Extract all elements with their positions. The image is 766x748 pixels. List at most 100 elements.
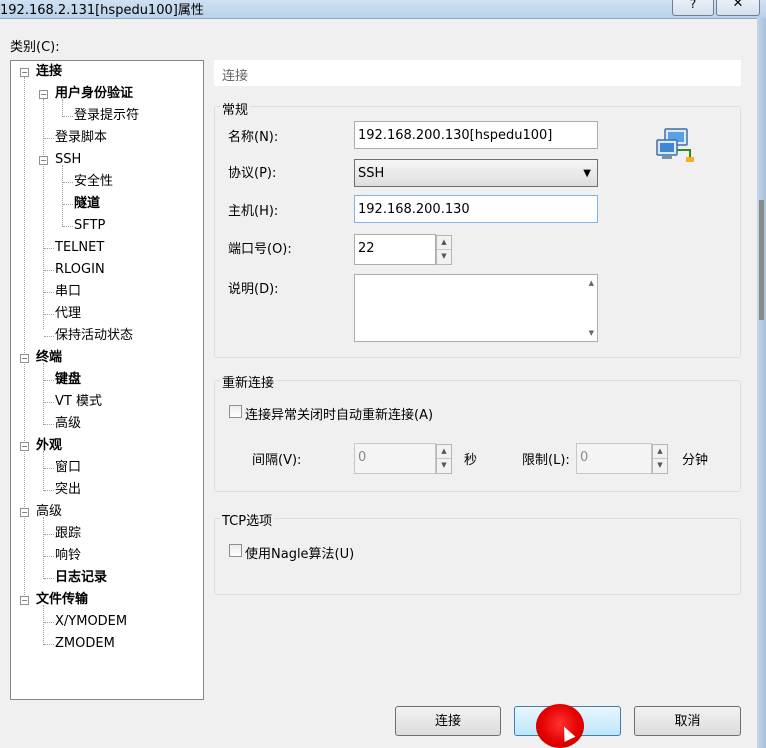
- tree-item-tunnel[interactable]: 隧道: [74, 194, 100, 214]
- tcp-group-title: TCP选项: [220, 510, 275, 529]
- spin-up-icon[interactable]: ▲: [653, 445, 667, 459]
- tree-item-serial[interactable]: 串口: [55, 282, 81, 302]
- tree-line: [44, 314, 54, 315]
- protocol-select[interactable]: SSH ▼: [354, 159, 598, 187]
- spin-down-icon[interactable]: ▼: [653, 459, 667, 473]
- collapse-icon[interactable]: −: [39, 90, 48, 99]
- tree-item-zmodem[interactable]: ZMODEM: [55, 634, 115, 654]
- tree-line: [44, 534, 54, 535]
- tree-item-auth[interactable]: 用户身份验证: [55, 84, 133, 104]
- tree-line: [44, 644, 54, 645]
- tree-item-terminal-advanced[interactable]: 高级: [55, 414, 81, 434]
- tree-line: [44, 490, 54, 491]
- tree-item-advanced[interactable]: 高级: [36, 502, 62, 522]
- tree-item-window[interactable]: 窗口: [55, 458, 81, 478]
- title-bar: 192.168.2.131[hspedu100]属性 ? ✕: [0, 0, 766, 19]
- tree-item-vt-mode[interactable]: VT 模式: [55, 392, 102, 412]
- description-label: 说明(D):: [228, 282, 279, 297]
- port-stepper[interactable]: ▲ ▼: [436, 235, 452, 265]
- collapse-icon[interactable]: −: [20, 596, 29, 605]
- port-label: 端口号(O):: [228, 242, 292, 257]
- spin-down-icon[interactable]: ▼: [437, 250, 451, 264]
- collapse-icon[interactable]: −: [20, 508, 29, 517]
- tree-line: [44, 270, 54, 271]
- collapse-icon[interactable]: −: [20, 442, 29, 451]
- click-highlight: [536, 704, 584, 748]
- tree-line: [24, 77, 25, 601]
- cancel-button[interactable]: 取消: [634, 706, 741, 736]
- interval-stepper[interactable]: ▲ ▼: [436, 444, 452, 474]
- tree-item-file-transfer[interactable]: 文件传输: [36, 590, 88, 610]
- scroll-up-icon[interactable]: ▲: [589, 279, 594, 287]
- tree-line: [43, 451, 44, 491]
- tree-line: [63, 226, 73, 227]
- tree-item-proxy[interactable]: 代理: [55, 304, 81, 324]
- tree-line: [63, 116, 73, 117]
- panel-header: 连接: [214, 60, 741, 86]
- interval-unit: 秒: [464, 453, 478, 468]
- tree-item-trace[interactable]: 跟踪: [55, 524, 81, 544]
- collapse-icon[interactable]: −: [20, 68, 29, 77]
- host-label: 主机(H):: [228, 204, 279, 219]
- tree-item-keepalive[interactable]: 保持活动状态: [55, 326, 133, 346]
- tree-line: [44, 380, 54, 381]
- protocol-label: 协议(P):: [228, 166, 277, 181]
- nagle-checkbox[interactable]: [229, 544, 242, 557]
- interval-label: 间隔(V):: [252, 453, 302, 468]
- network-computer-icon: [656, 128, 696, 164]
- spin-down-icon[interactable]: ▼: [437, 459, 451, 473]
- tree-line: [43, 517, 44, 579]
- tree-line: [43, 99, 44, 329]
- tree-line: [44, 292, 54, 293]
- tree-item-highlight[interactable]: 突出: [55, 480, 81, 500]
- tree-item-connection[interactable]: 连接: [36, 62, 62, 82]
- tree-item-ssh[interactable]: SSH: [55, 150, 81, 170]
- window-edge: [757, 18, 766, 748]
- name-label: 名称(N):: [228, 130, 279, 145]
- limit-unit: 分钟: [682, 453, 709, 468]
- help-button[interactable]: ?: [672, 0, 714, 16]
- spin-up-icon[interactable]: ▲: [437, 236, 451, 250]
- connect-button[interactable]: 连接: [395, 706, 501, 736]
- tree-line: [63, 204, 73, 205]
- interval-field[interactable]: 0: [354, 443, 436, 474]
- auto-reconnect-checkbox[interactable]: [229, 405, 242, 418]
- tree-item-rlogin[interactable]: RLOGIN: [55, 260, 105, 280]
- tree-line: [44, 622, 54, 623]
- limit-stepper[interactable]: ▲ ▼: [652, 444, 668, 474]
- tree-line: [44, 336, 54, 337]
- spin-up-icon[interactable]: ▲: [437, 445, 451, 459]
- tree-item-security[interactable]: 安全性: [74, 172, 113, 192]
- collapse-icon[interactable]: −: [39, 156, 48, 165]
- tree-item-sftp[interactable]: SFTP: [74, 216, 105, 236]
- name-field[interactable]: 192.168.200.130[hspedu100]: [354, 121, 598, 149]
- general-group-title: 常规: [220, 99, 251, 118]
- tree-line: [44, 402, 54, 403]
- tree-item-telnet[interactable]: TELNET: [55, 238, 104, 258]
- tree-line: [44, 556, 54, 557]
- tree-item-appearance[interactable]: 外观: [36, 436, 62, 456]
- collapse-icon[interactable]: −: [20, 354, 29, 363]
- close-button[interactable]: ✕: [716, 0, 760, 16]
- limit-field[interactable]: 0: [576, 443, 652, 474]
- protocol-value: SSH: [358, 166, 385, 181]
- tree-item-xymodem[interactable]: X/YMODEM: [55, 612, 127, 632]
- tree-line: [62, 165, 63, 227]
- port-field[interactable]: 22: [354, 234, 436, 265]
- nagle-label: 使用Nagle算法(U): [245, 547, 355, 562]
- description-textarea[interactable]: ▲ ▼: [354, 274, 598, 342]
- tree-item-login-prompt[interactable]: 登录提示符: [74, 106, 139, 126]
- tree-item-terminal[interactable]: 终端: [36, 348, 62, 368]
- tree-line: [44, 468, 54, 469]
- tree-line: [63, 182, 73, 183]
- tree-item-login-script[interactable]: 登录脚本: [55, 128, 107, 148]
- tree-item-logging[interactable]: 日志记录: [55, 568, 107, 588]
- reconnect-group-title: 重新连接: [220, 372, 277, 391]
- scroll-down-icon[interactable]: ▼: [589, 329, 594, 337]
- category-tree[interactable]: − 连接 − 用户身份验证 登录提示符 登录脚本 − SSH 安全性 隧道 SF…: [10, 60, 204, 700]
- tree-item-bell[interactable]: 响铃: [55, 546, 81, 566]
- tree-line: [44, 424, 54, 425]
- host-field[interactable]: 192.168.200.130: [354, 195, 598, 223]
- tree-item-keyboard[interactable]: 键盘: [55, 370, 81, 390]
- auto-reconnect-label: 连接异常关闭时自动重新连接(A): [245, 408, 434, 423]
